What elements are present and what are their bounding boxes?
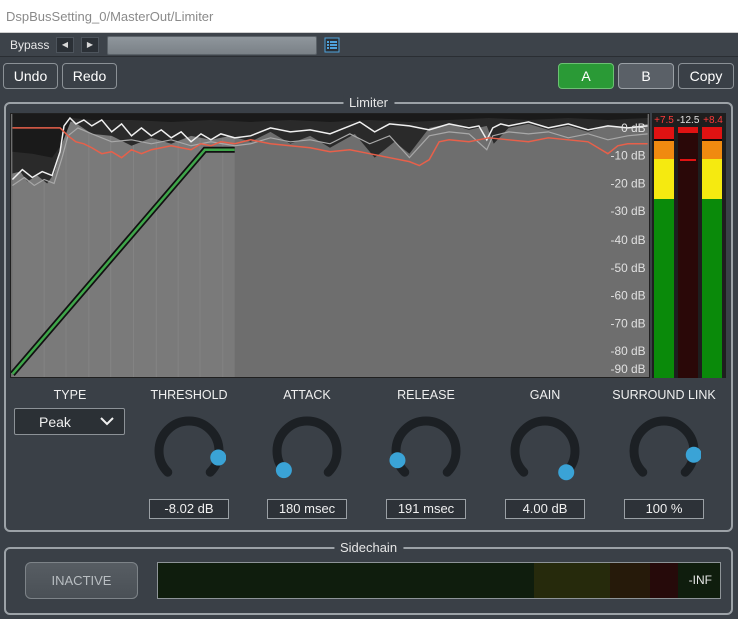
prev-arrow-icon[interactable]: ◀ xyxy=(56,37,74,53)
next-arrow-icon[interactable]: ▶ xyxy=(81,37,99,53)
knob-indicator xyxy=(210,449,226,466)
type-label: TYPE xyxy=(53,388,87,402)
sidechain-meter: -INF xyxy=(157,562,721,599)
meter-right xyxy=(702,127,722,378)
db-label: -40 dB xyxy=(611,233,646,247)
list-icon[interactable] xyxy=(324,37,340,53)
threshold-value[interactable]: -8.02 dB xyxy=(149,499,229,519)
db-label: -70 dB xyxy=(611,316,646,330)
release-label: RELEASE xyxy=(397,388,455,402)
bypass-bar: Bypass ◀ ▶ xyxy=(0,33,738,57)
db-label: -10 dB xyxy=(611,149,646,163)
gain-label: GAIN xyxy=(529,388,561,402)
knob-track xyxy=(391,416,461,477)
db-label: -30 dB xyxy=(611,204,646,218)
window-title: DspBusSetting_0/MasterOut/Limiter xyxy=(0,0,738,33)
threshold-knob[interactable] xyxy=(152,414,226,488)
meter-segment-yellow xyxy=(534,563,610,598)
knob-indicator xyxy=(389,452,406,469)
bypass-slider[interactable] xyxy=(107,36,317,55)
db-label: 0 dB xyxy=(621,121,646,135)
db-label: -90 dB xyxy=(611,362,646,376)
peak-right: +8.4 xyxy=(703,115,723,126)
knob-track xyxy=(629,416,699,477)
sidechain-inactive-button[interactable]: INACTIVE xyxy=(25,562,138,599)
meter-segment-red xyxy=(650,563,678,598)
gain-knob[interactable] xyxy=(508,414,582,488)
surround-link-knob[interactable] xyxy=(627,414,701,488)
sidechain-title: Sidechain xyxy=(333,540,404,555)
level-meters: +7.5 -12.5 +8.4 xyxy=(652,113,726,378)
sidechain-readout: -INF xyxy=(688,573,712,587)
surround-link-value[interactable]: 100 % xyxy=(624,499,704,519)
knob-track xyxy=(154,416,224,477)
type-value: Peak xyxy=(39,414,71,430)
chevron-down-icon xyxy=(100,417,114,426)
type-dropdown[interactable]: Peak xyxy=(14,408,125,435)
copy-button[interactable]: Copy xyxy=(678,63,734,89)
limiter-title: Limiter xyxy=(342,95,395,110)
db-label: -80 dB xyxy=(611,344,646,358)
limiter-graph: 0 dB -10 dB -20 dB -30 dB -40 dB -50 dB … xyxy=(10,113,650,378)
peak-reduction: -12.5 xyxy=(677,115,700,126)
db-label: -60 dB xyxy=(611,289,646,303)
gain-value[interactable]: 4.00 dB xyxy=(505,499,585,519)
surround-link-label: SURROUND LINK xyxy=(612,388,716,402)
release-knob[interactable] xyxy=(389,414,463,488)
undo-button[interactable]: Undo xyxy=(3,63,58,89)
meter-reduction xyxy=(678,127,698,378)
preset-b-button[interactable]: B xyxy=(618,63,674,89)
db-label: -50 dB xyxy=(611,261,646,275)
meter-segment-orange xyxy=(610,563,650,598)
attack-knob[interactable] xyxy=(270,414,344,488)
threshold-label: THRESHOLD xyxy=(150,388,228,402)
bypass-label[interactable]: Bypass xyxy=(10,38,49,52)
knob-indicator xyxy=(558,464,575,481)
release-value[interactable]: 191 msec xyxy=(386,499,466,519)
meter-left xyxy=(654,127,674,378)
redo-button[interactable]: Redo xyxy=(62,63,117,89)
knob-indicator xyxy=(275,462,292,479)
attack-label: ATTACK xyxy=(283,388,331,402)
peak-left: +7.5 xyxy=(654,115,674,126)
db-label: -20 dB xyxy=(611,176,646,190)
attack-value[interactable]: 180 msec xyxy=(267,499,347,519)
preset-a-button[interactable]: A xyxy=(558,63,614,89)
